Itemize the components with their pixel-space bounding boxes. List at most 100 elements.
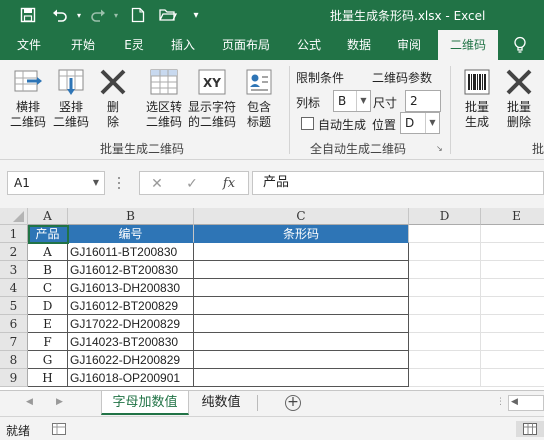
position-select[interactable]: D ▼ — [400, 112, 440, 134]
tab-data[interactable]: 数据 — [336, 30, 382, 60]
sheet-tab-numbers[interactable]: 纯数值 — [191, 391, 251, 415]
column-header-b[interactable]: B — [68, 208, 194, 225]
empty-cell[interactable] — [481, 369, 544, 387]
row-header[interactable]: 9 — [0, 369, 28, 387]
undo-icon[interactable] — [50, 5, 70, 25]
row-header[interactable]: 1 — [0, 225, 28, 243]
batch-delete-barcode-button[interactable]: 批量 删除 — [500, 68, 538, 130]
worksheet-grid[interactable]: A B C D E 1 产品 编号 条形码 2 A GJ16011-BT200830 3 B GJ… — [0, 208, 544, 390]
resize-handle[interactable] — [118, 177, 121, 189]
save-icon[interactable] — [18, 5, 38, 25]
product-cell[interactable]: F — [28, 333, 68, 351]
empty-cell[interactable] — [481, 333, 544, 351]
empty-cell[interactable] — [409, 369, 481, 387]
code-cell[interactable]: GJ16022-DH200829 — [68, 351, 194, 369]
code-cell[interactable]: GJ16018-OP200901 — [68, 369, 194, 387]
product-cell[interactable]: G — [28, 351, 68, 369]
new-file-icon[interactable] — [128, 5, 148, 25]
barcode-cell[interactable] — [194, 315, 409, 333]
row-header[interactable]: 2 — [0, 243, 28, 261]
tab-page-layout[interactable]: 页面布局 — [214, 30, 278, 60]
row-header[interactable]: 4 — [0, 279, 28, 297]
header-cell[interactable]: 产品 — [28, 225, 68, 243]
empty-cell[interactable] — [481, 261, 544, 279]
more-options-icon[interactable]: ⋮ — [496, 397, 505, 407]
code-cell[interactable]: GJ16013-DH200830 — [68, 279, 194, 297]
empty-cell[interactable] — [481, 315, 544, 333]
tab-eling[interactable]: E灵 — [112, 30, 156, 60]
barcode-cell[interactable] — [194, 261, 409, 279]
column-header-c[interactable]: C — [194, 208, 409, 225]
customize-toolbar-icon[interactable]: ▾ — [186, 5, 206, 25]
empty-cell[interactable] — [409, 279, 481, 297]
empty-cell[interactable] — [409, 261, 481, 279]
include-title-button[interactable]: 包含 标题 — [242, 68, 276, 130]
open-folder-icon[interactable] — [158, 5, 178, 25]
tab-file[interactable]: 文件 — [6, 30, 52, 60]
row-header[interactable]: 6 — [0, 315, 28, 333]
product-cell[interactable]: B — [28, 261, 68, 279]
lightbulb-icon[interactable] — [510, 35, 530, 55]
product-cell[interactable]: A — [28, 243, 68, 261]
next-sheet-icon[interactable]: ▶ — [56, 397, 63, 407]
product-cell[interactable]: H — [28, 369, 68, 387]
row-header[interactable]: 5 — [0, 297, 28, 315]
header-cell[interactable]: 编号 — [68, 225, 194, 243]
tab-review[interactable]: 审阅 — [386, 30, 432, 60]
view-normal-icon[interactable] — [516, 421, 544, 437]
barcode-cell[interactable] — [194, 333, 409, 351]
undo-dropdown-icon[interactable]: ▾ — [69, 5, 89, 25]
empty-cell[interactable] — [409, 297, 481, 315]
batch-generate-barcode-button[interactable]: 批量 生成 — [458, 68, 496, 130]
show-text-qrcode-button[interactable]: XY 显示字符 的二维码 — [187, 68, 237, 130]
header-cell[interactable]: 条形码 — [194, 225, 409, 243]
barcode-cell[interactable] — [194, 243, 409, 261]
code-cell[interactable]: GJ16012-BT200829 — [68, 297, 194, 315]
product-cell[interactable]: C — [28, 279, 68, 297]
code-cell[interactable]: GJ14023-BT200830 — [68, 333, 194, 351]
tab-qrcode[interactable]: 二维码 — [438, 30, 498, 60]
vertical-qrcode-button[interactable]: 竖排 二维码 — [51, 68, 91, 130]
delete-button[interactable]: 删 除 — [96, 68, 130, 130]
row-header[interactable]: 8 — [0, 351, 28, 369]
empty-cell[interactable] — [409, 333, 481, 351]
prev-sheet-icon[interactable]: ◀ — [26, 397, 33, 407]
column-header-d[interactable]: D — [409, 208, 481, 225]
empty-cell[interactable] — [481, 279, 544, 297]
confirm-icon[interactable]: ✓ — [183, 175, 201, 193]
code-cell[interactable]: GJ17022-DH200829 — [68, 315, 194, 333]
size-input[interactable]: 2 — [405, 90, 441, 112]
empty-cell[interactable] — [481, 225, 544, 243]
tab-formulas[interactable]: 公式 — [286, 30, 332, 60]
column-header-e[interactable]: E — [481, 208, 544, 225]
empty-cell[interactable] — [409, 315, 481, 333]
empty-cell[interactable] — [409, 351, 481, 369]
column-header-a[interactable]: A — [28, 208, 68, 225]
auto-generate-checkbox[interactable] — [301, 117, 314, 130]
add-sheet-button[interactable]: + — [285, 395, 301, 411]
barcode-cell[interactable] — [194, 369, 409, 387]
tab-home[interactable]: 开始 — [60, 30, 106, 60]
code-cell[interactable]: GJ16011-BT200830 — [68, 243, 194, 261]
scroll-left-icon[interactable]: ◀ — [511, 397, 518, 407]
empty-cell[interactable] — [481, 243, 544, 261]
product-cell[interactable]: E — [28, 315, 68, 333]
empty-cell[interactable] — [409, 243, 481, 261]
column-select[interactable]: B ▼ — [333, 90, 371, 112]
code-cell[interactable]: GJ16012-BT200830 — [68, 261, 194, 279]
insert-function-icon[interactable]: fx — [220, 175, 238, 193]
dialog-launcher-icon[interactable]: ↘ — [436, 144, 443, 153]
barcode-cell[interactable] — [194, 297, 409, 315]
row-header[interactable]: 7 — [0, 333, 28, 351]
formula-input[interactable]: 产品 — [252, 171, 544, 195]
horizontal-scrollbar[interactable]: ◀ — [508, 395, 544, 411]
name-box[interactable]: A1 ▼ — [7, 171, 105, 195]
row-header[interactable]: 3 — [0, 261, 28, 279]
selection-to-qrcode-button[interactable]: 选区转 二维码 — [142, 68, 186, 130]
empty-cell[interactable] — [481, 351, 544, 369]
horizontal-qrcode-button[interactable]: 横排 二维码 — [8, 68, 48, 130]
empty-cell[interactable] — [481, 297, 544, 315]
macro-record-icon[interactable] — [52, 423, 66, 438]
tab-insert[interactable]: 插入 — [160, 30, 206, 60]
cancel-icon[interactable]: ✕ — [148, 175, 166, 193]
